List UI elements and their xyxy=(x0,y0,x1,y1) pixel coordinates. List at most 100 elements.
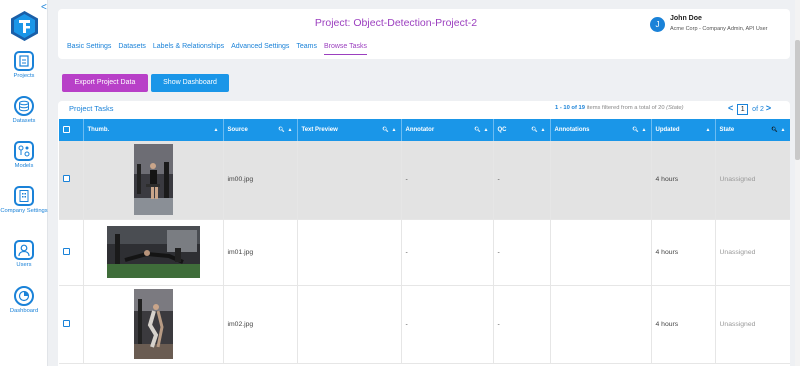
sidebar-item-dashboard[interactable]: Dashboard xyxy=(0,286,48,315)
sidebar-item-users[interactable]: Users xyxy=(0,240,48,269)
show-dashboard-button[interactable]: Show Dashboard xyxy=(151,74,229,92)
search-icon[interactable]: 🔍︎ xyxy=(278,127,284,133)
search-icon[interactable]: 🔍︎ xyxy=(474,127,480,133)
qc-cell: - xyxy=(493,141,551,220)
sidebar-item-datasets[interactable]: Datasets xyxy=(0,96,48,125)
sidebar-item-label: Users xyxy=(16,262,32,268)
select-all-cell xyxy=(59,119,84,141)
filter-state[interactable]: (State) xyxy=(666,105,683,111)
building-icon xyxy=(14,186,34,206)
column-label: Source xyxy=(227,127,248,133)
updated-cell: 4 hours xyxy=(651,219,716,286)
filter-summary: 1 - 10 of 19 items filtered from a total… xyxy=(555,105,684,111)
sort-icon[interactable]: 🔍︎ ▲ xyxy=(771,127,785,133)
sidebar-item-label: Dashboard xyxy=(9,308,39,314)
tab-basic-settings[interactable]: Basic Settings xyxy=(67,43,111,50)
user-name[interactable]: John Doe xyxy=(670,15,702,22)
avatar[interactable]: J xyxy=(650,17,665,32)
state-cell: Unassigned xyxy=(715,285,790,364)
tab-datasets[interactable]: Datasets xyxy=(118,43,146,50)
table-row[interactable]: im00.jpg - - 4 hours Unassigned xyxy=(59,141,790,220)
column-header-text-preview[interactable]: Text Preview 🔍︎ ▲ xyxy=(297,119,402,141)
qc-cell: - xyxy=(493,219,551,286)
sort-icon[interactable]: 🔍︎ ▲ xyxy=(531,127,545,133)
tab-browse-tasks[interactable]: Browse Tasks xyxy=(323,43,368,55)
thumbnail-cell xyxy=(83,285,224,364)
row-checkbox[interactable] xyxy=(63,175,70,183)
prev-page-icon[interactable]: < xyxy=(728,103,733,113)
qc-cell: - xyxy=(493,285,551,364)
sort-icon[interactable]: ▲ xyxy=(214,127,219,133)
page-number-input[interactable]: 1 xyxy=(737,104,749,115)
search-icon[interactable]: 🔍︎ xyxy=(382,127,388,133)
search-icon[interactable]: 🔍︎ xyxy=(771,127,777,133)
table-row[interactable]: im02.jpg - - 4 hours Unassigned xyxy=(59,285,790,364)
sort-icon[interactable]: 🔍︎ ▲ xyxy=(382,127,396,133)
column-header-annotator[interactable]: Annotator 🔍︎ ▲ xyxy=(401,119,494,141)
column-label: State xyxy=(719,127,735,133)
page-total: of 2 xyxy=(752,106,764,113)
panel-title: Project Tasks xyxy=(69,104,114,113)
sort-icon[interactable]: 🔍︎ ▲ xyxy=(278,127,292,133)
sort-icon[interactable]: 🔍︎ ▲ xyxy=(632,127,646,133)
sidebar-item-projects[interactable]: Projects xyxy=(0,51,48,80)
search-icon[interactable]: 🔍︎ xyxy=(632,127,638,133)
table-row[interactable]: im01.jpg - - 4 hours Unassigned xyxy=(59,219,790,286)
export-project-data-button[interactable]: Export Project Data xyxy=(62,74,148,92)
sidebar: < Projects Datasets Models Company Setti… xyxy=(0,0,48,366)
search-icon[interactable]: 🔍︎ xyxy=(531,127,537,133)
state-cell: Unassigned xyxy=(715,141,790,220)
updated-cell: 4 hours xyxy=(651,285,716,364)
scrollbar-thumb[interactable] xyxy=(795,40,800,160)
next-page-icon[interactable]: > xyxy=(766,103,771,113)
sort-icon[interactable]: 🔍︎ ▲ xyxy=(474,127,488,133)
tasks-table: Thumb. ▲ Source 🔍︎ ▲ Text Preview 🔍︎ ▲ Annota… xyxy=(59,119,790,364)
column-header-annotations[interactable]: Annotations 🔍︎ ▲ xyxy=(550,119,652,141)
tab-teams[interactable]: Teams xyxy=(296,43,317,50)
row-checkbox[interactable] xyxy=(63,247,70,255)
project-tasks-panel: Project Tasks 1 - 10 of 19 items filtere… xyxy=(58,101,790,366)
table-header-row: Thumb. ▲ Source 🔍︎ ▲ Text Preview 🔍︎ ▲ Annota… xyxy=(59,119,790,141)
text-preview-cell xyxy=(297,219,402,286)
row-checkbox[interactable] xyxy=(63,319,70,327)
sidebar-item-label: Datasets xyxy=(12,118,36,124)
filter-range: 1 - 10 of 19 xyxy=(555,105,585,111)
row-select-cell xyxy=(59,141,84,220)
select-all-checkbox[interactable] xyxy=(63,125,70,133)
column-header-source[interactable]: Source 🔍︎ ▲ xyxy=(223,119,298,141)
thumbnail-image[interactable] xyxy=(133,289,173,359)
row-select-cell xyxy=(59,219,84,286)
project-tabs: Basic Settings Datasets Labels & Relatio… xyxy=(67,43,372,55)
tab-labels-relationships[interactable]: Labels & Relationships xyxy=(153,43,224,50)
collapse-sidebar-icon[interactable]: < xyxy=(41,3,47,13)
sidebar-item-label: Company Settings xyxy=(0,208,48,214)
column-label: Updated xyxy=(655,127,680,133)
annotator-cell: - xyxy=(401,141,494,220)
annotator-cell: - xyxy=(401,219,494,286)
column-header-thumb[interactable]: Thumb. ▲ xyxy=(83,119,224,141)
column-header-updated[interactable]: Updated ▲ xyxy=(651,119,716,141)
text-preview-cell xyxy=(297,285,402,364)
thumbnail-image[interactable] xyxy=(106,226,200,278)
sidebar-item-label: Models xyxy=(14,163,34,169)
model-icon xyxy=(14,141,34,161)
annotations-cell xyxy=(550,219,652,286)
column-header-state[interactable]: State 🔍︎ ▲ xyxy=(715,119,790,141)
thumbnail-image[interactable] xyxy=(133,144,173,216)
source-cell: im02.jpg xyxy=(223,285,298,364)
sort-icon[interactable]: ▲ xyxy=(706,127,711,133)
thumbnail-cell xyxy=(83,219,224,286)
filter-mid: items filtered from a total of 20 xyxy=(584,105,667,111)
updated-cell: 4 hours xyxy=(651,141,716,220)
annotator-cell: - xyxy=(401,285,494,364)
source-cell: im00.jpg xyxy=(223,141,298,220)
pie-chart-icon xyxy=(14,286,34,306)
tab-advanced-settings[interactable]: Advanced Settings xyxy=(231,43,289,50)
thumbnail-cell xyxy=(83,141,224,220)
sidebar-item-models[interactable]: Models xyxy=(0,141,48,170)
column-label: Text Preview xyxy=(301,127,338,133)
page-scrollbar[interactable] xyxy=(795,0,800,366)
column-header-qc[interactable]: QC 🔍︎ ▲ xyxy=(493,119,551,141)
column-label: Annotations xyxy=(554,127,590,133)
sidebar-item-company-settings[interactable]: Company Settings xyxy=(0,186,48,215)
